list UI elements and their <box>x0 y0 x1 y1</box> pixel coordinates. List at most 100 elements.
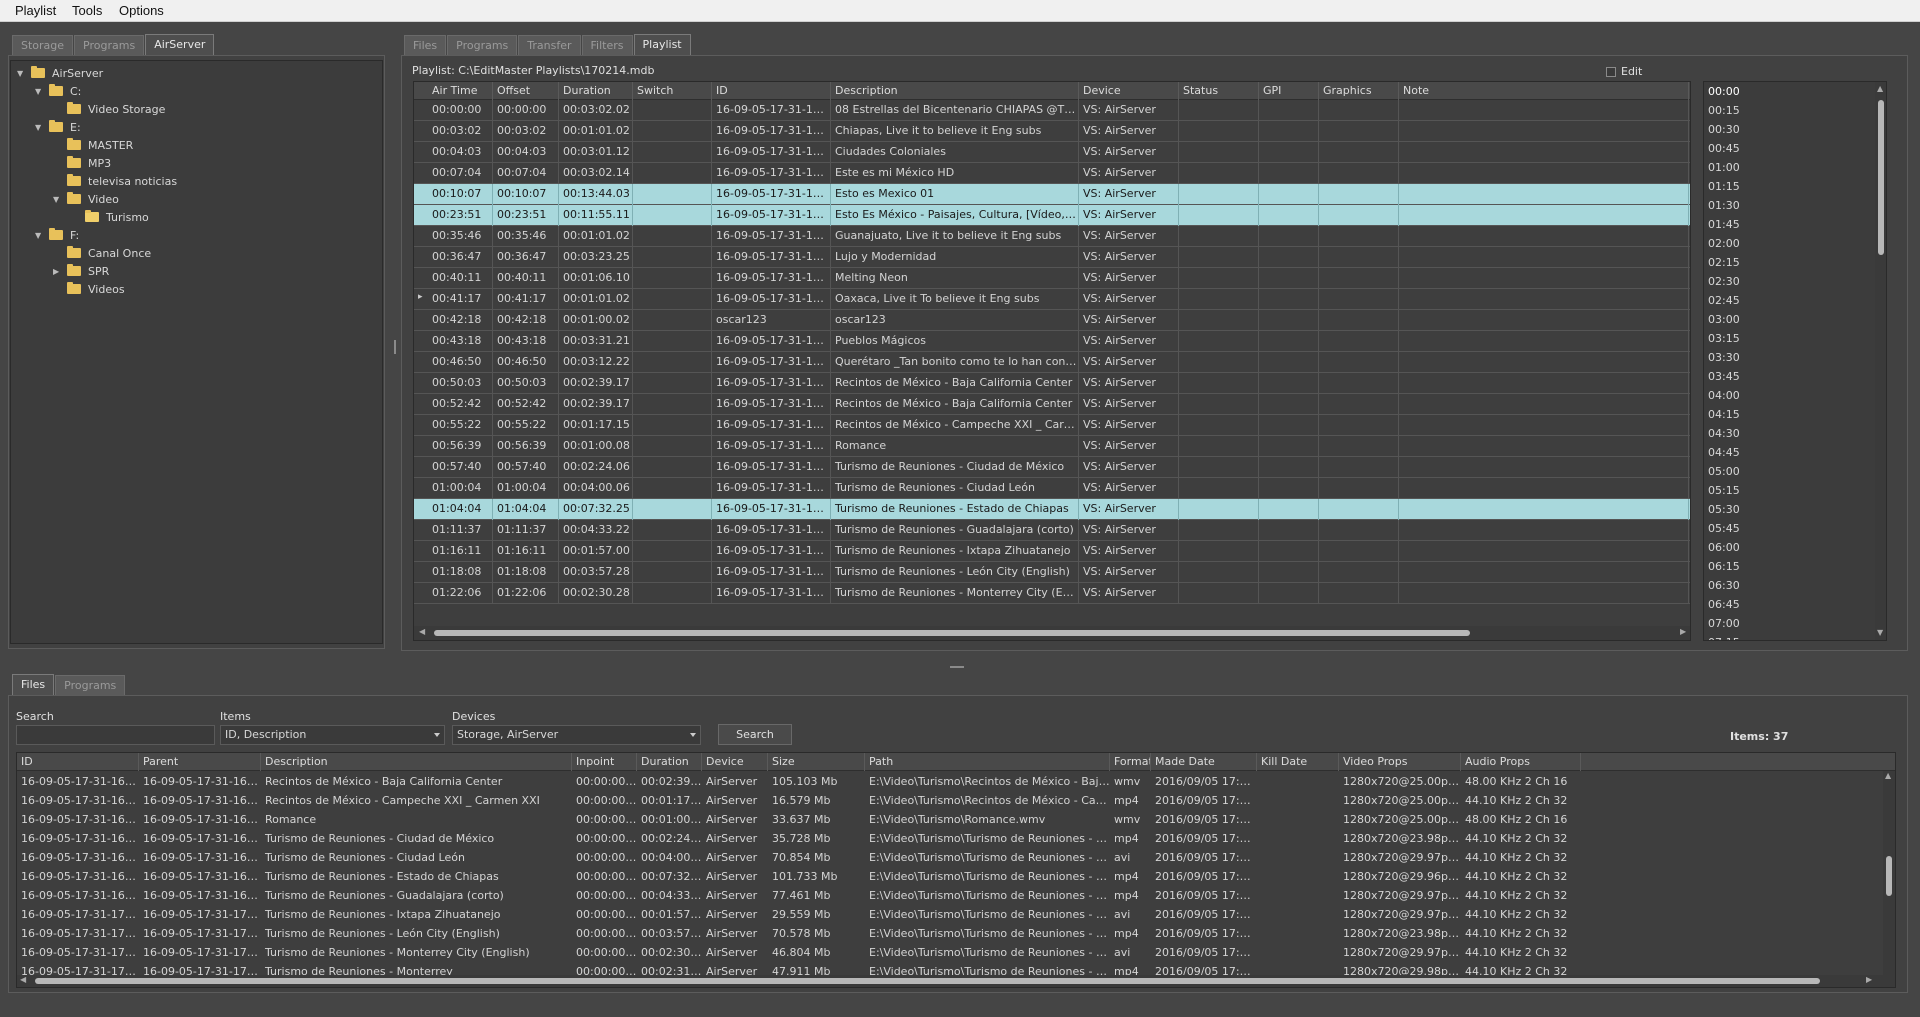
scroll-up-arrow-icon[interactable]: ▲ <box>1885 771 1891 780</box>
file-row[interactable]: 16-09-05-17-31-16-901 16-09-05-17-31-16-9… <box>17 886 1881 905</box>
tree-node[interactable]: MP3 <box>11 155 381 172</box>
file-row[interactable]: 16-09-05-17-31-17-011 16-09-05-17-31-17-0… <box>17 905 1881 924</box>
vertical-splitter-handle[interactable] <box>394 340 396 354</box>
playlist-row[interactable]: 00:35:46 00:35:46 00:01:01.02 16-09-05-17-3… <box>414 226 1690 247</box>
tab-filters[interactable]: Filters <box>581 35 633 56</box>
playlist-row[interactable]: 01:18:08 01:18:08 00:03:57.28 16-09-05-17-3… <box>414 562 1690 583</box>
column-header[interactable]: Switch <box>633 82 712 100</box>
tab-files-bottom[interactable]: Files <box>12 674 55 696</box>
column-header[interactable]: Device <box>1079 82 1179 100</box>
playlist-row[interactable]: 01:04:04 01:04:04 00:07:32.25 16-09-05-17-3… <box>414 499 1690 520</box>
timeline-vscroll-thumb[interactable] <box>1878 100 1884 255</box>
column-header[interactable]: Size <box>768 753 865 771</box>
tree-node[interactable]: MASTER <box>11 137 381 154</box>
timeline-slot[interactable]: 01:45 <box>1708 215 1740 234</box>
tree-node[interactable]: Canal Once <box>11 245 381 262</box>
timeline-slot[interactable]: 01:30 <box>1708 196 1740 215</box>
collapse-arrow-icon[interactable]: ▼ <box>35 119 41 136</box>
timeline-slot[interactable]: 02:30 <box>1708 272 1740 291</box>
files-vscrollbar[interactable]: ▲ <box>1883 771 1895 975</box>
horizontal-splitter-handle[interactable] <box>950 666 964 668</box>
column-header[interactable]: Duration <box>559 82 633 100</box>
column-header[interactable]: GPI <box>1259 82 1319 100</box>
column-header[interactable]: Offset <box>493 82 559 100</box>
timeline-slot[interactable]: 03:45 <box>1708 367 1740 386</box>
playlist-row[interactable]: 00:10:07 00:10:07 00:13:44.03 16-09-05-17-3… <box>414 184 1690 205</box>
column-header[interactable]: Parent <box>139 753 261 771</box>
timeline-slot[interactable]: 02:00 <box>1708 234 1740 253</box>
files-hscroll-thumb[interactable] <box>35 978 1820 984</box>
menu-playlist[interactable]: Playlist <box>15 3 56 18</box>
playlist-row[interactable]: ▸ 00:41:17 00:41:17 00:01:01.02 16-09-05-17-… <box>414 289 1690 310</box>
playlist-row[interactable]: 00:07:04 00:07:04 00:03:02.14 16-09-05-17-3… <box>414 163 1690 184</box>
column-header[interactable]: Path <box>865 753 1110 771</box>
column-header[interactable]: Note <box>1399 82 1689 100</box>
playlist-row[interactable]: 00:36:47 00:36:47 00:03:23.25 16-09-05-17-3… <box>414 247 1690 268</box>
timeline-slot[interactable]: 04:15 <box>1708 405 1740 424</box>
tree-node[interactable]: televisa noticias <box>11 173 381 190</box>
scroll-right-arrow-icon[interactable]: ▶ <box>1680 627 1686 636</box>
files-grid[interactable]: ID Parent Description Inpoint Duration Device… <box>16 752 1896 988</box>
timeline-slot[interactable]: 05:30 <box>1708 500 1740 519</box>
edit-checkbox[interactable] <box>1606 67 1616 77</box>
playlist-row[interactable]: 00:46:50 00:46:50 00:03:12.22 16-09-05-17-3… <box>414 352 1690 373</box>
timeline-slot[interactable]: 03:30 <box>1708 348 1740 367</box>
scroll-right-arrow-icon[interactable]: ▶ <box>1866 975 1872 984</box>
search-button[interactable]: Search <box>718 724 792 745</box>
playlist-row[interactable]: 00:04:03 00:04:03 00:03:01.12 16-09-05-17-3… <box>414 142 1690 163</box>
column-header[interactable]: ID <box>712 82 831 100</box>
timeline-slot[interactable]: 02:45 <box>1708 291 1740 310</box>
timeline-slot[interactable]: 02:15 <box>1708 253 1740 272</box>
playlist-row[interactable]: 00:42:18 00:42:18 00:01:00.02 oscar123 oscar… <box>414 310 1690 331</box>
tree-node[interactable]: ▼ F: <box>11 227 381 244</box>
playlist-row[interactable]: 00:57:40 00:57:40 00:02:24.06 16-09-05-17-3… <box>414 457 1690 478</box>
timeline-slot[interactable]: 03:15 <box>1708 329 1740 348</box>
scroll-down-arrow-icon[interactable]: ▼ <box>1877 628 1883 637</box>
tree-node[interactable]: ▼ C: <box>11 83 381 100</box>
column-header[interactable]: Made Date <box>1151 753 1257 771</box>
file-row[interactable]: 16-09-05-17-31-17-141 16-09-05-17-31-17-1… <box>17 924 1881 943</box>
file-row[interactable]: 16-09-05-17-31-17-262 16-09-05-17-31-17-2… <box>17 943 1881 962</box>
collapse-arrow-icon[interactable]: ▼ <box>35 83 41 100</box>
scroll-left-arrow-icon[interactable]: ◀ <box>20 975 26 984</box>
scroll-up-arrow-icon[interactable]: ▲ <box>1877 84 1883 93</box>
collapse-arrow-icon[interactable]: ▼ <box>53 191 59 208</box>
items-select[interactable]: ID, Description <box>220 725 445 745</box>
playlist-row[interactable]: 00:00:00 00:00:00 00:03:02.02 16-09-05-17-3… <box>414 100 1690 121</box>
timeline-slot[interactable]: 06:00 <box>1708 538 1740 557</box>
timeline-slot[interactable]: 05:15 <box>1708 481 1740 500</box>
timeline-slot[interactable]: 00:45 <box>1708 139 1740 158</box>
tab-storage[interactable]: Storage <box>12 35 74 56</box>
tree-node[interactable]: ▶ SPR <box>11 263 381 280</box>
timeline-column[interactable]: ▲ ▼ 00:00 00:15 00:30 00:45 01:00 01:15 01:30 0… <box>1703 81 1887 641</box>
tree-node[interactable]: ▼ Video <box>11 191 381 208</box>
column-header[interactable]: Air Time <box>428 82 493 100</box>
column-header[interactable]: Duration <box>637 753 702 771</box>
expand-arrow-icon[interactable]: ▶ <box>53 263 59 280</box>
timeline-slot[interactable]: 00:00 <box>1708 82 1740 101</box>
column-header[interactable]: Video Props <box>1339 753 1461 771</box>
timeline-slot[interactable]: 04:45 <box>1708 443 1740 462</box>
tab-transfer[interactable]: Transfer <box>518 35 581 56</box>
tab-playlist[interactable]: Playlist <box>633 34 691 56</box>
playlist-row[interactable]: 01:16:11 01:16:11 00:01:57.00 16-09-05-17-3… <box>414 541 1690 562</box>
timeline-slot[interactable]: 00:15 <box>1708 101 1740 120</box>
tree-node[interactable]: ▼ AirServer <box>11 65 381 82</box>
tab-programs[interactable]: Programs <box>74 35 145 56</box>
column-header[interactable]: Audio Props <box>1461 753 1581 771</box>
timeline-slot[interactable]: 06:45 <box>1708 595 1740 614</box>
timeline-slot[interactable]: 05:45 <box>1708 519 1740 538</box>
playlist-row[interactable]: 01:11:37 01:11:37 00:04:33.22 16-09-05-17-3… <box>414 520 1690 541</box>
column-header[interactable]: Format <box>1110 753 1151 771</box>
tree-node[interactable]: Turismo <box>11 209 381 226</box>
devices-select[interactable]: Storage, AirServer <box>452 725 701 745</box>
tab-files[interactable]: Files <box>404 35 447 56</box>
timeline-slot[interactable]: 00:30 <box>1708 120 1740 139</box>
file-row[interactable]: 16-09-05-17-31-16-355 16-09-05-17-31-16-3… <box>17 810 1881 829</box>
playlist-row[interactable]: 00:03:02 00:03:02 00:01:01.02 16-09-05-17-3… <box>414 121 1690 142</box>
files-vscroll-thumb[interactable] <box>1886 856 1892 896</box>
file-row[interactable]: 16-09-05-17-31-16-519 16-09-05-17-31-16-5… <box>17 829 1881 848</box>
collapse-arrow-icon[interactable]: ▼ <box>35 227 41 244</box>
column-header[interactable]: Graphics <box>1319 82 1399 100</box>
column-header[interactable]: Description <box>261 753 572 771</box>
